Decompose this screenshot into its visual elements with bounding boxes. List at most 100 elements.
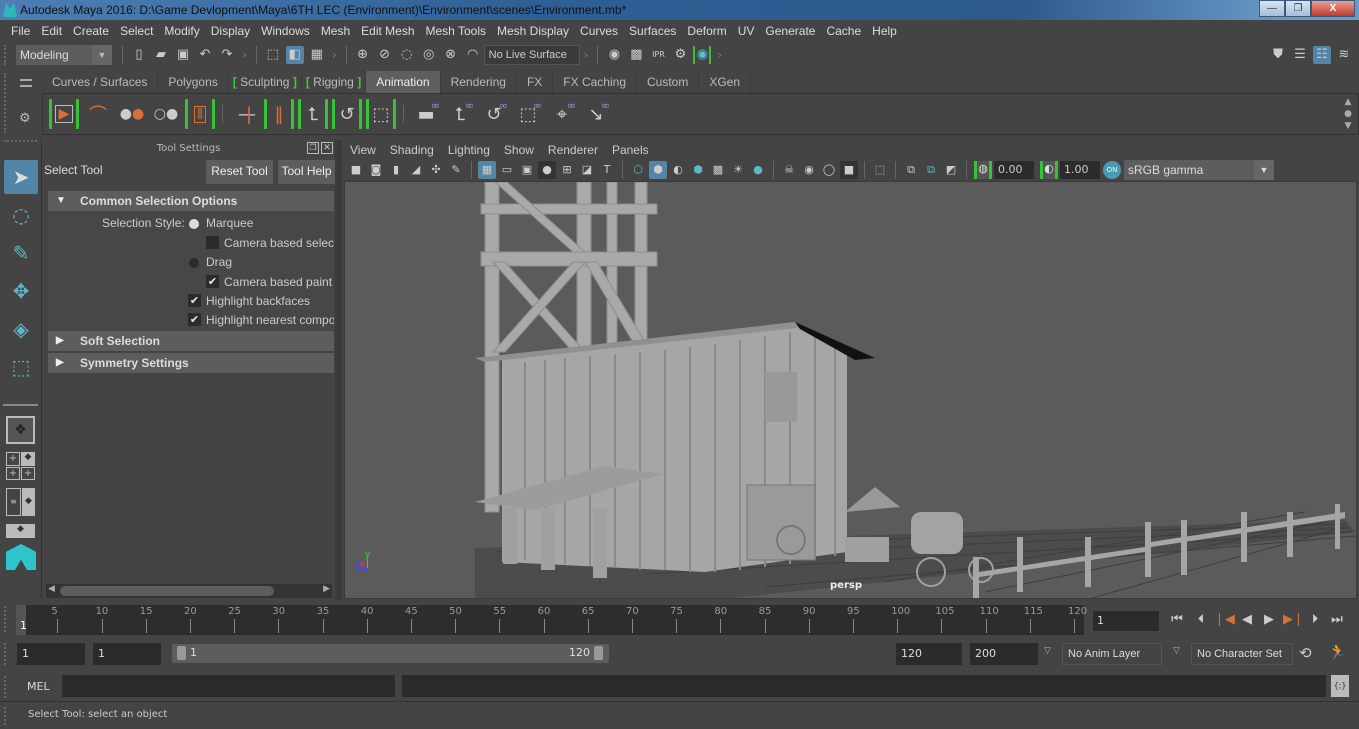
menu-create[interactable]: Create — [68, 24, 115, 38]
scrollbar-thumb[interactable] — [60, 586, 274, 596]
step-back-frame-icon[interactable]: ⏴ — [1192, 611, 1210, 629]
wireframe-on-shaded-icon[interactable]: ◐ — [669, 161, 687, 179]
render-current-frame-icon[interactable]: ▩ — [627, 46, 645, 64]
menu-deform[interactable]: Deform — [682, 24, 732, 38]
time-slider[interactable]: 1 5 10 15 20 25 30 35 40 45 50 55 60 65 70 75 80 85 90 95 1… — [16, 605, 1087, 635]
undo-icon[interactable]: ↶ — [196, 46, 214, 64]
menu-edit-mesh[interactable]: Edit Mesh — [356, 24, 420, 38]
playback-end-field[interactable]: 120 — [896, 643, 962, 665]
range-slider-grip[interactable] — [4, 643, 8, 665]
current-frame-field[interactable]: 1 — [1093, 611, 1159, 631]
horizontal-scrollbar[interactable]: ◀ ▶ — [46, 584, 332, 598]
outliner-persp-layout-icon[interactable]: ≡ ◆ — [6, 488, 35, 516]
camera-based-paint-checkbox[interactable]: ✔ — [206, 275, 219, 288]
field-chart-icon[interactable]: ⊞ — [558, 161, 576, 179]
panel-menu-renderer[interactable]: Renderer — [548, 143, 598, 157]
go-to-end-icon[interactable]: ⏭ — [1328, 611, 1346, 629]
range-end-handle[interactable] — [594, 646, 603, 660]
menu-mesh-tools[interactable]: Mesh Tools — [421, 24, 492, 38]
live-surface-field[interactable]: No Live Surface — [483, 45, 580, 65]
step-forward-key-icon[interactable]: ▶❘ — [1283, 611, 1304, 629]
single-perspective-layout-icon[interactable]: ❖ — [6, 416, 35, 444]
panel-menu-shading[interactable]: Shading — [390, 143, 434, 157]
depth-of-field-icon[interactable]: ■ — [840, 161, 858, 179]
snap-curve-icon[interactable]: ⊘ — [376, 46, 394, 64]
hypershade-icon[interactable]: ◉ — [693, 46, 712, 64]
go-to-start-icon[interactable]: ⏮ — [1168, 611, 1186, 629]
snap-point-icon[interactable]: ◌ — [398, 46, 416, 64]
animation-preferences-icon[interactable]: 🏃 — [1328, 643, 1347, 661]
step-forward-frame-icon[interactable]: ⏵ — [1306, 611, 1324, 629]
script-language-toggle[interactable]: MEL — [27, 680, 50, 693]
film-gate-icon[interactable]: ▭ — [498, 161, 516, 179]
new-scene-icon[interactable]: ▯ — [130, 46, 148, 64]
set-breakdown-icon[interactable]: ‖ — [264, 99, 294, 129]
isolate-select-icon[interactable]: ⬚ — [871, 161, 889, 179]
status-line-grip[interactable] — [4, 45, 12, 65]
menu-file[interactable]: File — [6, 24, 36, 38]
color-management-toggle[interactable]: ON — [1103, 161, 1121, 179]
scroll-left-icon[interactable]: ◀ — [48, 584, 55, 594]
select-object-icon[interactable]: ◧ — [285, 46, 304, 64]
menu-display[interactable]: Display — [206, 24, 256, 38]
channel-box-toggle-icon[interactable]: ☰ — [1291, 46, 1309, 64]
create-ghost-icon[interactable]: ●● — [117, 99, 147, 129]
perspective-viewport[interactable]: y z x persp — [344, 181, 1357, 599]
menu-uv[interactable]: UV — [733, 24, 761, 38]
command-line-grip[interactable] — [4, 676, 8, 698]
modeling-toolkit-icon[interactable]: ⛊ — [1269, 46, 1287, 64]
script-editor-icon[interactable]: {;} — [1331, 675, 1349, 697]
textured-icon[interactable]: ▩ — [709, 161, 727, 179]
menu-curves[interactable]: Curves — [575, 24, 624, 38]
aim-constraint-icon[interactable]: ⌖ ∞ — [547, 99, 577, 129]
panel-menu-lighting[interactable]: Lighting — [448, 143, 490, 157]
smooth-shade-icon[interactable]: ⬢ — [649, 161, 667, 179]
playback-start-field[interactable]: 1 — [93, 643, 161, 665]
save-scene-icon[interactable]: ▣ — [174, 46, 192, 64]
select-component-icon[interactable]: ▦ — [308, 46, 326, 64]
xray-icon[interactable]: ⬢ — [689, 161, 707, 179]
key-translate-icon[interactable]: ⮤ — [298, 99, 328, 129]
image-plane-icon[interactable]: ◢ — [407, 161, 425, 179]
collapse-arrow-icon[interactable]: › — [717, 48, 722, 62]
anti-aliasing-icon[interactable]: ◯ — [820, 161, 838, 179]
shelf-tab-rendering[interactable]: Rendering — [441, 71, 517, 93]
playblast-icon[interactable]: ▶ — [49, 99, 79, 129]
anim-layer-dropdown-icon[interactable]: ▽ — [1044, 646, 1051, 656]
scroll-right-icon[interactable]: ▶ — [323, 584, 330, 594]
scroll-down-icon[interactable]: ▼ — [1345, 121, 1352, 131]
close-button[interactable]: X — [1311, 0, 1355, 17]
menu-select[interactable]: Select — [115, 24, 159, 38]
shelf-tab-xgen[interactable]: XGen — [699, 71, 752, 93]
auto-key-icon[interactable]: ⟲ — [1299, 644, 1312, 662]
shelf-tab-fx[interactable]: FX — [517, 71, 554, 93]
two-d-pan-zoom-icon[interactable]: ✣ — [427, 161, 445, 179]
move-tool-icon[interactable]: ✥ — [4, 274, 38, 308]
step-back-key-icon[interactable]: ❘◀ — [1214, 611, 1235, 629]
menu-edit[interactable]: Edit — [36, 24, 68, 38]
tool-help-button[interactable]: Tool Help — [278, 160, 335, 184]
close-panel-icon[interactable]: ✕ — [321, 142, 333, 154]
animation-start-field[interactable]: 1 — [17, 643, 85, 665]
motion-blur-icon[interactable]: ◉ — [800, 161, 818, 179]
safe-action-icon[interactable]: ◪ — [578, 161, 596, 179]
gate-mask-icon[interactable]: ● — [538, 161, 556, 179]
select-hierarchy-icon[interactable]: ⬚ — [264, 46, 282, 64]
open-scene-icon[interactable]: ▰ — [152, 46, 170, 64]
menu-help[interactable]: Help — [867, 24, 903, 38]
reset-tool-button[interactable]: Reset Tool — [206, 160, 273, 184]
shelf-scrollbar[interactable]: ▲ ● ▼ — [1342, 96, 1354, 132]
menu-windows[interactable]: Windows — [256, 24, 316, 38]
highlight-nearest-checkbox[interactable]: ✔ — [188, 313, 201, 326]
panel-menu-view[interactable]: View — [350, 143, 376, 157]
grease-pencil-icon[interactable]: ✎ — [447, 161, 465, 179]
layer-editor-toggle-icon[interactable]: ≋ — [1335, 46, 1353, 64]
shelf-grip[interactable] — [4, 73, 7, 133]
shelf-tab-polygons[interactable]: Polygons — [158, 71, 229, 93]
key-scale-icon[interactable]: ⬚ — [366, 99, 396, 129]
range-start-handle[interactable] — [177, 646, 186, 660]
snap-grid-icon[interactable]: ⊕ — [354, 46, 372, 64]
highlight-backfaces-checkbox[interactable]: ✔ — [188, 294, 201, 307]
attribute-editor-toggle-icon[interactable]: ☷ — [1313, 46, 1331, 64]
shelf-tab-animation[interactable]: Animation — [366, 71, 441, 93]
